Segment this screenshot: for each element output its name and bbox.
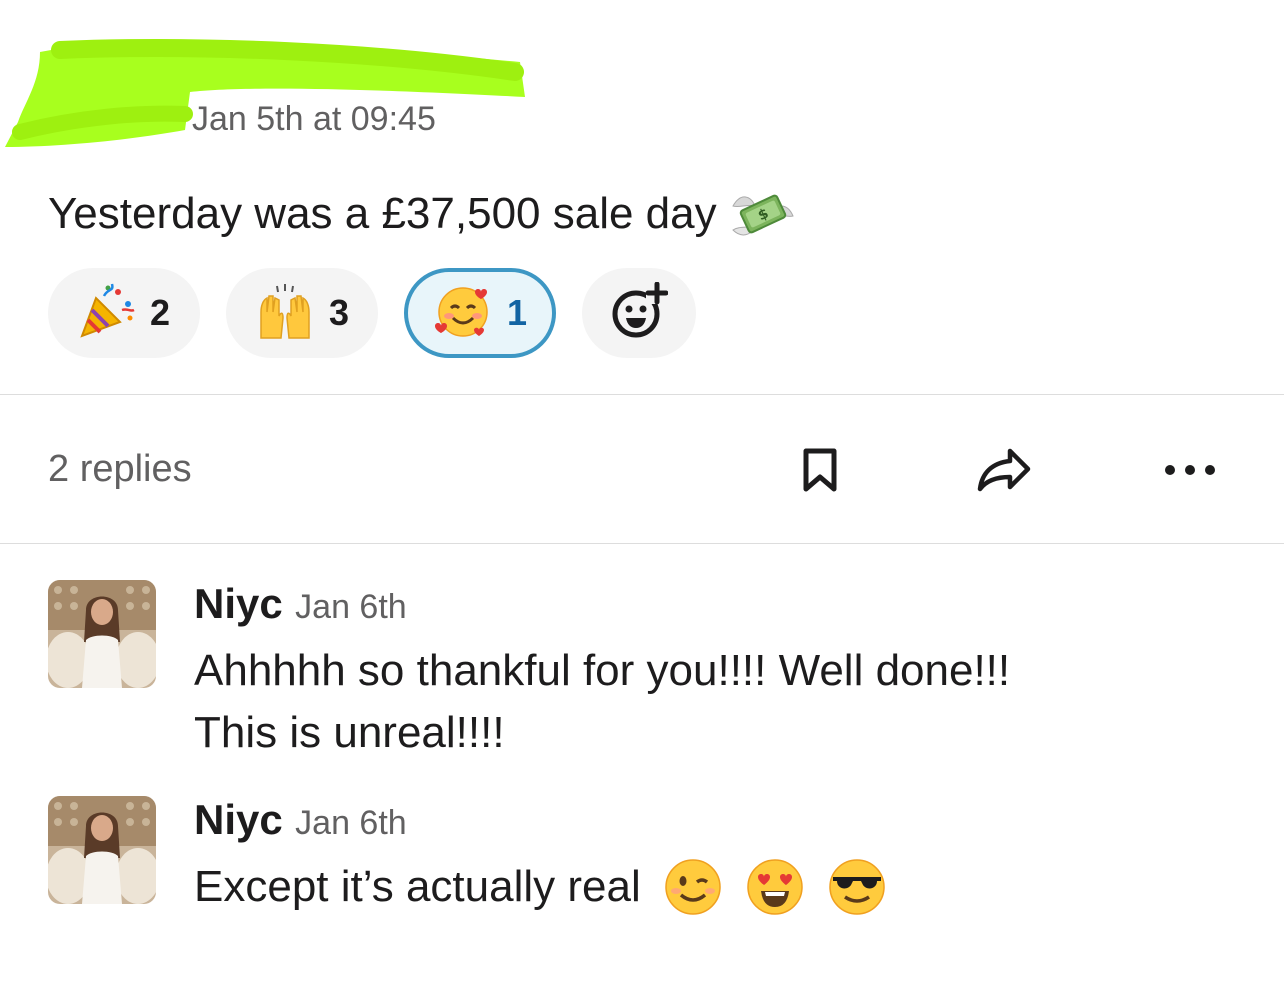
reaction-raising-hands[interactable]: 3 [226,268,378,358]
reply-line-text: Except it’s actually real [194,862,641,911]
reaction-party-popper[interactable]: 2 [48,268,200,358]
reply-line: Ahhhhh so thankful for you!!!! Well done… [194,646,1011,695]
reaction-count: 3 [328,292,350,333]
thread-reply: Niyc Jan 6th Ahhhhh so thankful for you!… [48,580,1248,770]
post-text: Yesterday was a £37,500 sale day [48,189,717,238]
add-reaction-button[interactable] [582,268,696,358]
reply-text: Except it’s actually real [194,856,1194,918]
post-timestamp[interactable]: Jan 5th at 09:45 [192,100,436,139]
bookmark-button[interactable] [792,444,848,500]
winking-face-icon [663,857,723,917]
divider [0,394,1284,395]
share-icon [976,447,1032,498]
reply-date[interactable]: Jan 6th [295,588,407,626]
author-name[interactable]: Niyc [194,580,283,627]
author-name[interactable]: Niyc [194,796,283,843]
reply-date[interactable]: Jan 6th [295,804,407,842]
add-reaction-icon [610,281,669,345]
smiling-face-with-hearts-icon [433,282,493,345]
raising-hands-icon [255,282,315,345]
reaction-bar: 2 3 1 [48,268,722,358]
avatar[interactable] [48,796,156,904]
replies-count[interactable]: 2 replies [48,448,192,491]
heart-eyes-icon [745,857,805,917]
reaction-smiling-face-with-hearts[interactable]: 1 [404,268,556,358]
post-message: Yesterday was a £37,500 sale day $ [48,186,795,242]
reaction-count: 2 [149,292,171,333]
share-button[interactable] [976,444,1032,500]
avatar[interactable] [48,580,156,688]
thread-reply: Niyc Jan 6th Except it’s actually real [48,796,1248,936]
more-icon [1162,463,1218,482]
more-actions-button[interactable] [1162,444,1218,500]
sunglasses-face-icon [827,857,887,917]
reply-text: Ahhhhh so thankful for you!!!! Well done… [194,640,1194,764]
money-with-wings-icon: $ [731,186,795,242]
reply-line: Except it’s actually real [194,856,1194,918]
bookmark-icon [802,447,838,498]
reply-header: Niyc Jan 6th [194,796,407,844]
reply-line: This is unreal!!!! [194,708,505,757]
party-popper-icon [78,282,136,345]
divider [0,543,1284,544]
reaction-count: 1 [506,292,528,333]
reply-header: Niyc Jan 6th [194,580,407,628]
